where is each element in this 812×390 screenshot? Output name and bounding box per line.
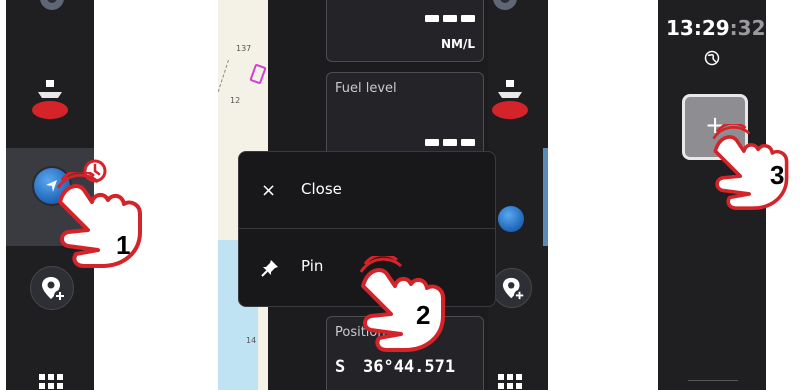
latitude-value: 36°44.571 bbox=[363, 357, 456, 377]
step-number-1: 1 bbox=[116, 230, 131, 260]
pin-icon bbox=[261, 260, 278, 277]
add-waypoint-button[interactable] bbox=[492, 268, 532, 308]
sidebar-right bbox=[488, 0, 548, 390]
clock-time: 13:29 bbox=[666, 16, 730, 40]
gear-icon[interactable] bbox=[492, 0, 518, 14]
menu-item-label: Pin bbox=[301, 257, 324, 275]
map-depth-label: 14 bbox=[246, 336, 257, 345]
vessel-icon[interactable] bbox=[490, 78, 530, 122]
step-number-3: 3 bbox=[770, 160, 785, 190]
menu-item-close[interactable]: × Close bbox=[239, 152, 495, 229]
map-marker bbox=[249, 63, 267, 85]
step-number-2: 2 bbox=[416, 300, 431, 330]
navigation-button[interactable] bbox=[498, 206, 524, 232]
card-title: Fuel level bbox=[335, 81, 397, 96]
no-data-dashes bbox=[425, 15, 475, 22]
apps-grid-icon[interactable] bbox=[498, 372, 522, 390]
map-route-line bbox=[218, 60, 230, 251]
add-pin-icon bbox=[42, 277, 66, 302]
selected-item-accent bbox=[543, 148, 548, 246]
close-icon: × bbox=[261, 180, 277, 201]
add-pin-icon bbox=[502, 277, 526, 301]
clock-seconds: :32 bbox=[729, 16, 766, 40]
menu-item-label: Close bbox=[301, 180, 342, 198]
gear-icon[interactable] bbox=[39, 0, 65, 14]
latitude-hemisphere: S bbox=[335, 357, 346, 377]
data-card-fuel[interactable]: Fuel level bbox=[326, 72, 484, 158]
vessel-icon[interactable] bbox=[30, 78, 70, 122]
tap-hand-icon-3 bbox=[712, 124, 789, 210]
latitude-row: S 36°44.571 bbox=[335, 357, 455, 377]
globe-icon[interactable] bbox=[704, 50, 720, 66]
map-depth-label: 137 bbox=[236, 44, 252, 53]
tap-hand-icon-1 bbox=[56, 172, 142, 268]
tap-hand-icon-2 bbox=[359, 256, 445, 352]
data-card-top[interactable]: NM/L bbox=[326, 0, 484, 62]
clock-display: 13:29:32 bbox=[666, 16, 766, 40]
add-waypoint-button[interactable] bbox=[30, 266, 74, 310]
apps-grid-icon[interactable] bbox=[39, 372, 63, 390]
card-unit: NM/L bbox=[440, 37, 475, 51]
divider bbox=[688, 380, 738, 381]
map-depth-label: 12 bbox=[230, 96, 241, 105]
no-data-dashes bbox=[425, 139, 475, 146]
